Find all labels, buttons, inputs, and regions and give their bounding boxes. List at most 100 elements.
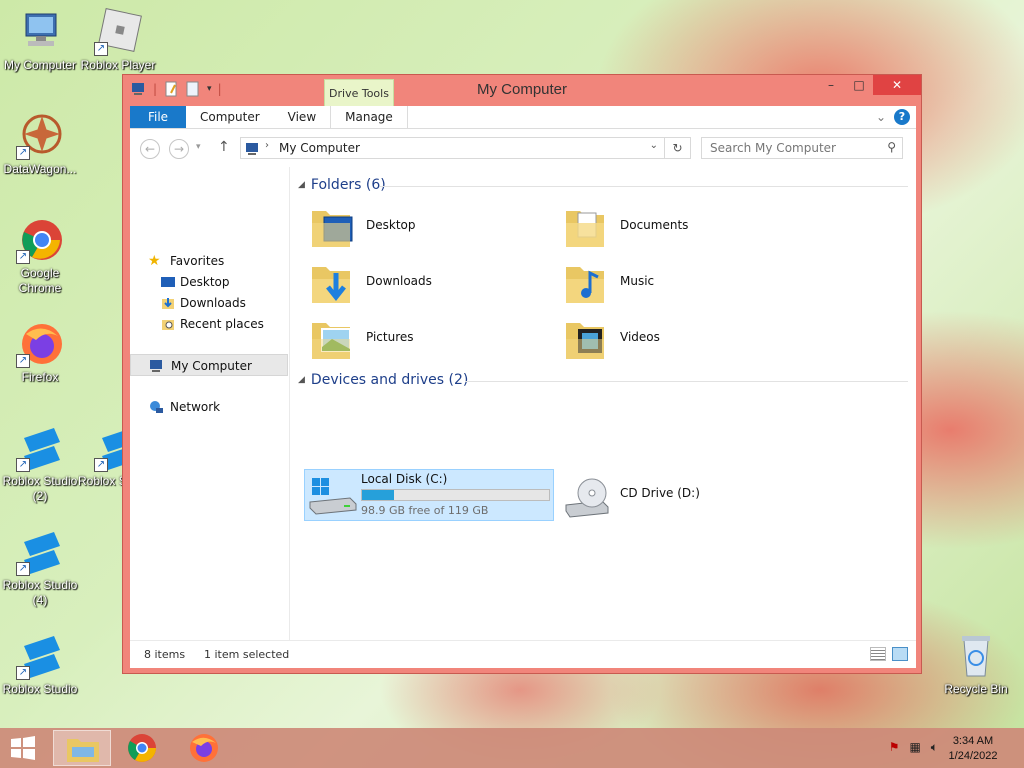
folder-label: Documents xyxy=(620,218,689,232)
minimize-button[interactable]: – xyxy=(817,75,845,95)
folder-videos[interactable]: Videos xyxy=(558,313,798,365)
collapse-caret-icon: ◢ xyxy=(298,180,305,190)
status-item-count: 8 items xyxy=(144,648,186,661)
address-bar[interactable]: › My Computer ⌄ xyxy=(240,137,691,159)
computer-icon xyxy=(16,8,64,56)
folder-pictures[interactable]: Pictures xyxy=(304,313,544,365)
chrome-icon: ↗ xyxy=(16,216,64,264)
shortcut-arrow-icon: ↗ xyxy=(16,250,30,264)
nav-downloads[interactable]: Downloads xyxy=(130,292,288,314)
folder-downloads[interactable]: Downloads xyxy=(304,257,544,309)
clock-time: 3:34 AM xyxy=(952,735,994,747)
desktop-icon-roblox-studio-4[interactable]: ↗ Roblox Studio (4) xyxy=(0,528,80,608)
nav-label: My Computer xyxy=(171,359,252,373)
search-icon: ⚲ xyxy=(887,140,896,154)
desktop-icon-roblox-player[interactable]: ↗ Roblox Player xyxy=(78,8,158,73)
pictures-folder-icon xyxy=(312,323,351,359)
nav-my-computer[interactable]: My Computer xyxy=(130,354,288,376)
shortcut-arrow-icon: ↗ xyxy=(94,458,108,472)
folder-label: Downloads xyxy=(366,274,432,288)
breadcrumb-chevron-icon[interactable]: › xyxy=(265,140,269,151)
details-view-icon[interactable] xyxy=(870,647,886,661)
tab-view[interactable]: View xyxy=(274,106,330,128)
folder-label: Music xyxy=(620,274,655,288)
refresh-button[interactable]: ↻ xyxy=(664,137,691,159)
drive-local-disk-c[interactable]: Local Disk (C:) 98.9 GB free of 119 GB xyxy=(304,469,554,521)
drive-free-space: 98.9 GB free of 119 GB xyxy=(361,504,489,517)
search-input[interactable]: Search My Computer ⚲ xyxy=(701,137,903,159)
ribbon-tabs: File Computer View Manage ⌄ ? xyxy=(130,106,916,129)
nav-label: Downloads xyxy=(180,296,246,310)
firefox-icon: ↗ xyxy=(16,320,64,368)
group-title: Folders (6) xyxy=(310,177,386,193)
folder-label: Pictures xyxy=(366,330,414,344)
recycle-bin-icon xyxy=(952,632,1000,680)
documents-folder-icon xyxy=(566,211,604,247)
taskbar-firefox[interactable] xyxy=(176,730,234,766)
close-button[interactable]: ✕ xyxy=(873,75,921,95)
file-explorer-icon xyxy=(67,739,99,762)
desktop-icon xyxy=(161,277,175,287)
action-center-flag-icon[interactable]: ⚑ xyxy=(889,740,900,755)
folder-music[interactable]: Music xyxy=(558,257,798,309)
network-status-icon[interactable]: ▦ xyxy=(909,740,920,755)
address-text: My Computer xyxy=(279,141,360,155)
desktop-icon-roblox-studio[interactable]: ↗ Roblox Studio xyxy=(0,632,80,697)
taskbar: ⚑ ▦ 🔈︎ 3:34 AM 1/24/2022 xyxy=(0,728,1024,768)
folder-label: Videos xyxy=(620,330,660,344)
drive-usage-bar xyxy=(361,489,550,501)
desktop-icon-my-computer[interactable]: My Computer xyxy=(0,8,80,73)
drive-cd-d[interactable]: CD Drive (D:) xyxy=(558,469,798,521)
tray-icons: ⚑ ▦ 🔈︎ xyxy=(889,740,938,755)
large-icons-view-icon[interactable] xyxy=(892,647,908,661)
taskbar-chrome[interactable] xyxy=(114,730,172,766)
roblox-studio-icon: ↗ xyxy=(16,632,64,680)
forward-button[interactable]: → xyxy=(169,139,189,159)
folder-desktop[interactable]: Desktop xyxy=(304,201,544,253)
nav-network[interactable]: Network xyxy=(130,396,288,418)
clock[interactable]: 3:34 AM 1/24/2022 xyxy=(938,734,1008,764)
tab-computer[interactable]: Computer xyxy=(186,106,274,128)
taskbar-file-explorer[interactable] xyxy=(53,730,111,766)
nav-recent-places[interactable]: Recent places xyxy=(130,313,288,335)
nav-favorites[interactable]: ★ Favorites xyxy=(130,250,288,272)
shortcut-arrow-icon: ↗ xyxy=(16,354,30,368)
cd-drive-icon xyxy=(565,478,609,518)
datawagon-icon: ↗ xyxy=(16,112,64,160)
folders-group-header[interactable]: ◢ Folders (6) xyxy=(298,177,386,193)
title-bar[interactable]: | ▾ | Drive Tools My Computer – □ ✕ xyxy=(123,75,921,107)
desktop-icon-firefox[interactable]: ↗ Firefox xyxy=(0,320,80,385)
expand-ribbon-icon[interactable]: ⌄ xyxy=(876,110,886,124)
recent-locations-icon[interactable]: ▾ xyxy=(196,142,201,152)
window-controls: – □ ✕ xyxy=(817,75,921,95)
recent-places-icon xyxy=(162,320,174,330)
music-folder-icon xyxy=(566,267,604,303)
desktop-icon-roblox-studio-2[interactable]: ↗ Roblox Studio (2) xyxy=(0,424,80,504)
desktop-icon-label: Recycle Bin xyxy=(944,682,1008,696)
tab-file[interactable]: File xyxy=(130,106,186,128)
up-arrow-icon[interactable]: ↑ xyxy=(218,139,230,155)
navigation-pane: ★ Favorites Desktop Downloads Recent pla… xyxy=(130,167,290,640)
devices-group-header[interactable]: ◢ Devices and drives (2) xyxy=(298,372,468,388)
drive-label: CD Drive (D:) xyxy=(620,486,700,500)
divider xyxy=(465,381,908,382)
desktop-icon-label: Roblox Studio (4) xyxy=(2,578,78,607)
back-button[interactable]: ← xyxy=(140,139,160,159)
status-selection: 1 item selected xyxy=(204,648,290,661)
desktop-icon-label: Roblox Studio xyxy=(2,682,78,696)
status-bar: 8 items 1 item selected xyxy=(130,640,916,668)
help-icon[interactable]: ? xyxy=(894,109,910,125)
folder-documents[interactable]: Documents xyxy=(558,201,798,253)
address-dropdown-icon[interactable]: ⌄ xyxy=(650,140,658,151)
folder-label: Desktop xyxy=(366,218,416,232)
desktop-icon-google-chrome[interactable]: ↗ Google Chrome xyxy=(0,216,80,296)
nav-desktop[interactable]: Desktop xyxy=(130,271,288,293)
start-windows-icon[interactable] xyxy=(8,735,38,761)
shortcut-arrow-icon: ↗ xyxy=(16,146,30,160)
desktop-icon-datawagon[interactable]: ↗ DataWagon... xyxy=(0,112,80,177)
tab-manage[interactable]: Manage xyxy=(330,106,408,128)
desktop-icon-recycle-bin[interactable]: Recycle Bin xyxy=(936,632,1016,697)
maximize-button[interactable]: □ xyxy=(845,75,873,95)
volume-muted-icon[interactable]: 🔈︎ xyxy=(931,740,938,755)
desktop-icon-roblox-studio-3[interactable]: ↗ Roblox S... (3) xyxy=(78,424,124,489)
